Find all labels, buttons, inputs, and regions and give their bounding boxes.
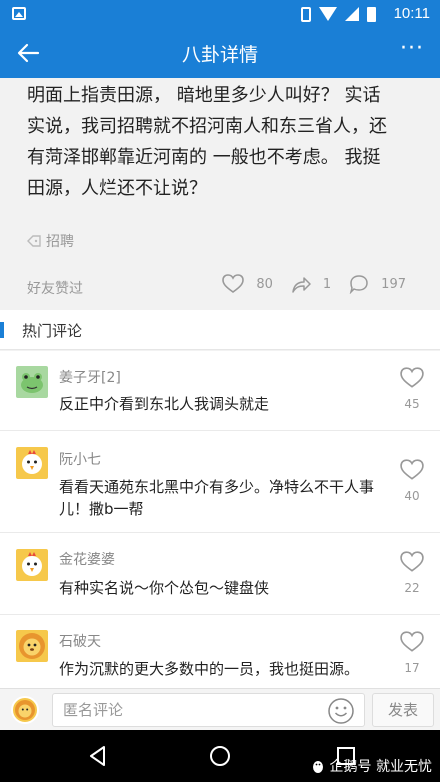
post-tag[interactable]: 招聘 (27, 231, 74, 251)
avatar[interactable] (16, 630, 48, 662)
heart-icon (400, 631, 424, 652)
page-title: 八卦详情 (181, 44, 258, 66)
avatar[interactable] (16, 549, 48, 581)
comment-item: 阮小七 看看天通苑东北黑中介有多少。净特么不干人事儿！撒b一帮 40 (0, 431, 440, 533)
comment-count: 197 (381, 276, 406, 292)
comment-text: 看看天通苑东北黑中介有多少。净特么不干人事儿！撒b一帮 (59, 478, 375, 518)
status-bar: 10:11 (0, 0, 440, 28)
comment-like-button[interactable]: 22 (398, 551, 426, 595)
my-avatar[interactable] (11, 696, 39, 724)
vibrate-icon (301, 6, 311, 22)
comment-like-button[interactable]: 45 (398, 367, 426, 411)
comment-author[interactable]: 金花婆婆 (59, 549, 115, 569)
send-button[interactable]: 发表 (372, 693, 434, 727)
lion-avatar-icon (19, 633, 45, 659)
avatar[interactable] (16, 447, 48, 479)
wifi-icon (319, 7, 337, 21)
heart-icon (400, 551, 424, 572)
comment-like-button[interactable]: 40 (398, 459, 426, 503)
comment-like-count: 17 (404, 661, 420, 675)
hot-comments-title: 热门评论 (22, 322, 83, 340)
comment-text: 反正中介看到东北人我调头就走 (59, 395, 270, 413)
comment-input-bar: 匿名评论 发表 (0, 688, 440, 730)
chicken-avatar-icon (22, 552, 42, 576)
nav-back-icon (90, 746, 105, 766)
tag-icon (27, 235, 41, 247)
watermark-text: 企鹅号 就业无忧 (329, 759, 432, 775)
comment-like-count: 22 (404, 581, 420, 595)
share-icon (292, 277, 311, 293)
nav-home-icon (210, 746, 230, 766)
penguin-icon (312, 761, 323, 773)
comment-item: 姜子牙[2] 反正中介看到东北人我调头就走 45 (0, 351, 440, 431)
system-icons (301, 6, 376, 22)
nav-back-button[interactable] (86, 744, 110, 768)
like-count: 80 (256, 276, 273, 292)
post-body: 明面上指责田源， 暗地里多少人叫好？ 实话实说，我司招聘就不招河南人和东三省人，… (27, 85, 387, 199)
status-time: 10:11 (393, 5, 430, 22)
battery-icon (367, 6, 376, 22)
comment-text: 作为沉默的更大多数中的一员，我也挺田源。 (59, 660, 360, 678)
like-button[interactable]: 80 (222, 274, 273, 294)
smiley-icon (328, 698, 354, 724)
comment-input[interactable]: 匿名评论 (52, 693, 365, 727)
comment-list: 姜子牙[2] 反正中介看到东北人我调头就走 45 阮小七 看看天通苑东北黑中介有… (0, 351, 440, 688)
app-bar: 八卦详情 ··· (0, 28, 440, 78)
signal-icon (345, 7, 359, 21)
hot-comments-header: 热门评论 (0, 310, 440, 350)
comment-icon (349, 275, 368, 294)
post-actions: 80 1 197 (204, 274, 406, 294)
share-button[interactable]: 1 (291, 275, 331, 293)
heart-icon (222, 274, 245, 293)
frog-avatar-icon (21, 373, 43, 393)
image-notification-icon (12, 7, 26, 20)
comment-like-button[interactable]: 17 (398, 631, 426, 675)
section-accent-bar (0, 322, 4, 338)
comment-text: 有种实名说～你个怂包～键盘侠 (59, 579, 270, 597)
friends-liked-label: 好友赞过 (27, 281, 83, 297)
comment-like-count: 45 (404, 397, 420, 411)
post-tag-label: 招聘 (46, 234, 74, 250)
comment-item: 石破天 作为沉默的更大多数中的一员，我也挺田源。 17 (0, 615, 440, 688)
post-card: 明面上指责田源， 暗地里多少人叫好？ 实话实说，我司招聘就不招河南人和东三省人，… (0, 78, 440, 310)
heart-icon (400, 459, 424, 480)
comment-author[interactable]: 姜子牙[2] (59, 367, 121, 387)
heart-icon (400, 367, 424, 388)
nav-home-button[interactable] (208, 744, 232, 768)
system-nav-bar: 企鹅号 就业无忧 (0, 730, 440, 782)
chicken-avatar-icon (22, 450, 42, 474)
comment-like-count: 40 (404, 489, 420, 503)
more-options-button[interactable]: ··· (400, 38, 424, 64)
share-count: 1 (322, 276, 332, 292)
avatar[interactable] (16, 366, 48, 398)
comment-button[interactable]: 197 (349, 274, 406, 294)
lion-avatar-icon (15, 700, 35, 720)
comment-author[interactable]: 阮小七 (59, 449, 101, 469)
comment-item: 金花婆婆 有种实名说～你个怂包～键盘侠 22 (0, 533, 440, 615)
watermark: 企鹅号 就业无忧 (310, 756, 432, 776)
emoji-button[interactable] (327, 697, 355, 725)
comment-author[interactable]: 石破天 (59, 631, 101, 651)
